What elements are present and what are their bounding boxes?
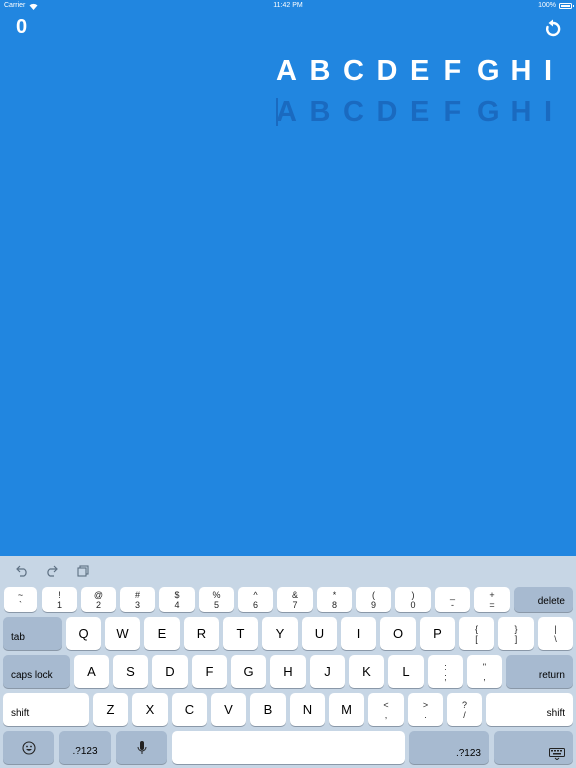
paste-icon[interactable] [75,564,91,578]
key-5[interactable]: % 5 [199,587,234,612]
key-9[interactable]: (9 [356,587,391,612]
space-bar[interactable] [172,731,405,764]
key-k[interactable]: K [349,655,384,688]
text-cursor [276,98,278,126]
target-letter: D [376,55,398,87]
key-equals[interactable]: + = [474,587,510,612]
key-z[interactable]: Z [93,693,128,726]
return-key[interactable]: return [506,655,573,688]
key-6[interactable]: ^ 6 [238,587,273,612]
shift-right-key[interactable]: shift [486,693,573,726]
key-s[interactable]: S [113,655,148,688]
target-letters: A B C D E F G H I [276,55,576,87]
tab-key[interactable]: tab [3,617,62,650]
ghost-letter: H [510,96,532,128]
key-a[interactable]: A [74,655,109,688]
key-w[interactable]: W [105,617,140,650]
key-bracket-left[interactable]: {[ [459,617,494,650]
key-u[interactable]: U [302,617,337,650]
key-f[interactable]: F [192,655,227,688]
key-slash[interactable]: ? / [447,693,482,726]
ghost-letter: I [544,96,553,128]
key-h[interactable]: H [270,655,306,688]
battery-percent: 100% [538,2,556,9]
target-letter: E [410,55,430,87]
shortcut-bar [0,556,576,586]
target-letter: C [343,55,364,87]
key-backslash[interactable]: | \ [538,617,573,650]
key-1[interactable]: ! 1 [42,587,77,612]
restart-icon [545,19,561,37]
key-q[interactable]: Q [66,617,101,650]
shift-left-key[interactable]: shift [3,693,89,726]
key-7[interactable]: & 7 [277,587,313,612]
battery-icon [559,3,574,9]
ghost-letter: F [443,96,462,128]
key-y[interactable]: Y [262,617,298,650]
delete-key[interactable]: delete [514,587,573,612]
keyboard: ~ ` ! 1 @2 #3 $4 % 5 ^ 6 & 7 * 8 (9 ) 0 _ - + = d… [0,556,576,768]
key-j[interactable]: J [310,655,345,688]
target-letter: H [510,55,532,87]
key-2[interactable]: @2 [81,587,116,612]
ghost-letter: E [410,96,430,128]
key-comma[interactable]: <, [368,693,404,726]
microphone-icon [137,740,146,754]
ghost-letter: D [376,96,398,128]
emoji-key[interactable] [3,731,54,764]
keyboard-dismiss-icon [549,748,565,760]
reset-button[interactable] [540,16,566,42]
key-semicolon[interactable]: :; [428,655,463,688]
status-bar: Carrier 11:42 PM 100% [0,0,576,12]
target-letter: I [544,55,553,87]
key-e[interactable]: E [144,617,180,650]
key-o[interactable]: O [380,617,416,650]
dismiss-keyboard-key[interactable] [494,731,573,764]
numbers-right-key[interactable]: .?123 [409,731,489,764]
status-time: 11:42 PM [273,2,303,9]
emoji-icon [21,740,36,755]
dictation-key[interactable] [116,731,167,764]
key-8[interactable]: * 8 [317,587,352,612]
numbers-left-key[interactable]: .?123 [59,731,111,764]
key-minus[interactable]: _ - [435,587,470,612]
key-3[interactable]: #3 [120,587,155,612]
undo-icon[interactable] [14,564,30,578]
key-t[interactable]: T [223,617,258,650]
key-i[interactable]: I [341,617,376,650]
ghost-letter: G [477,96,500,128]
key-x[interactable]: X [132,693,168,726]
key-backtick[interactable]: ~ ` [4,587,37,612]
target-letter: G [477,55,500,87]
target-letter: F [443,55,462,87]
key-g[interactable]: G [231,655,266,688]
target-letter: B [309,55,331,87]
key-bracket-right[interactable]: }] [498,617,534,650]
key-d[interactable]: D [152,655,188,688]
key-period[interactable]: >. [408,693,443,726]
ghost-letter: A [276,96,297,128]
ghost-letter: C [343,96,364,128]
target-letter: A [276,55,297,87]
redo-icon[interactable] [44,564,60,578]
key-p[interactable]: P [420,617,455,650]
key-m[interactable]: M [329,693,364,726]
key-n[interactable]: N [290,693,325,726]
key-4[interactable]: $4 [159,587,195,612]
ghost-letter: B [309,96,331,128]
typed-letters: A B C D E F G H I [276,96,576,128]
key-b[interactable]: B [250,693,286,726]
key-c[interactable]: C [172,693,207,726]
key-l[interactable]: L [388,655,424,688]
score-counter: 0 [16,16,28,38]
key-quote[interactable]: ", [467,655,502,688]
caps-lock-key[interactable]: caps lock [3,655,70,688]
key-0[interactable]: ) 0 [395,587,431,612]
key-v[interactable]: V [211,693,246,726]
key-r[interactable]: R [184,617,219,650]
